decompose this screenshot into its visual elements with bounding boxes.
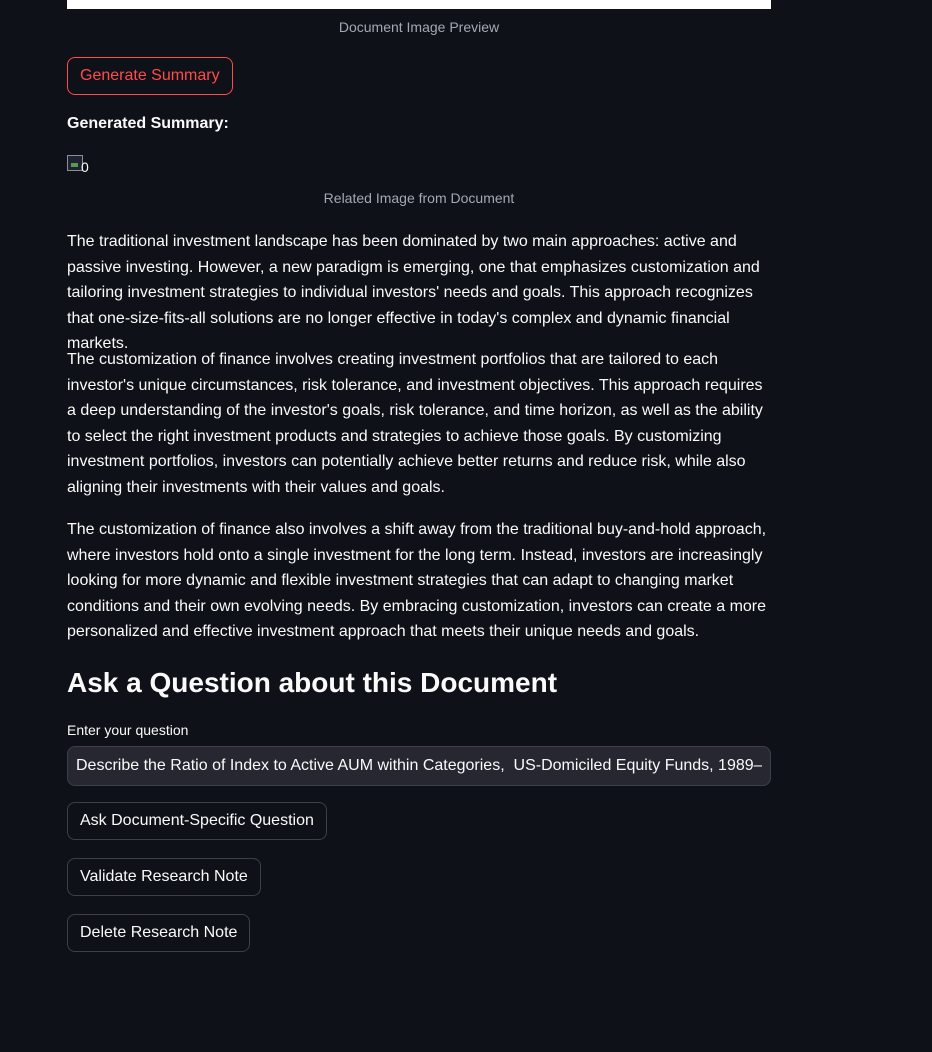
summary-paragraph: The traditional investment landscape has… [67, 233, 760, 353]
related-image: 0 [67, 154, 91, 178]
preview-caption: Document Image Preview [338, 19, 500, 35]
question-input[interactable] [67, 746, 771, 786]
ask-question-button[interactable]: Ask Document-Specific Question [67, 802, 327, 840]
question-section-heading: Ask a Question about this Document [67, 667, 558, 698]
generate-summary-button[interactable]: Generate Summary [67, 57, 233, 95]
generated-summary-label: Generated Summary: [67, 115, 229, 132]
question-input-label: Enter your question [67, 722, 189, 738]
document-image-preview [67, 0, 771, 9]
validate-research-note-button[interactable]: Validate Research Note [67, 858, 261, 896]
delete-research-note-button[interactable]: Delete Research Note [67, 914, 251, 952]
related-image-alt: 0 [81, 159, 89, 175]
related-image-caption: Related Image from Document [323, 190, 515, 206]
summary-paragraph: The customization of finance involves cr… [67, 351, 763, 496]
summary-paragraph: The customization of finance also involv… [67, 521, 767, 641]
